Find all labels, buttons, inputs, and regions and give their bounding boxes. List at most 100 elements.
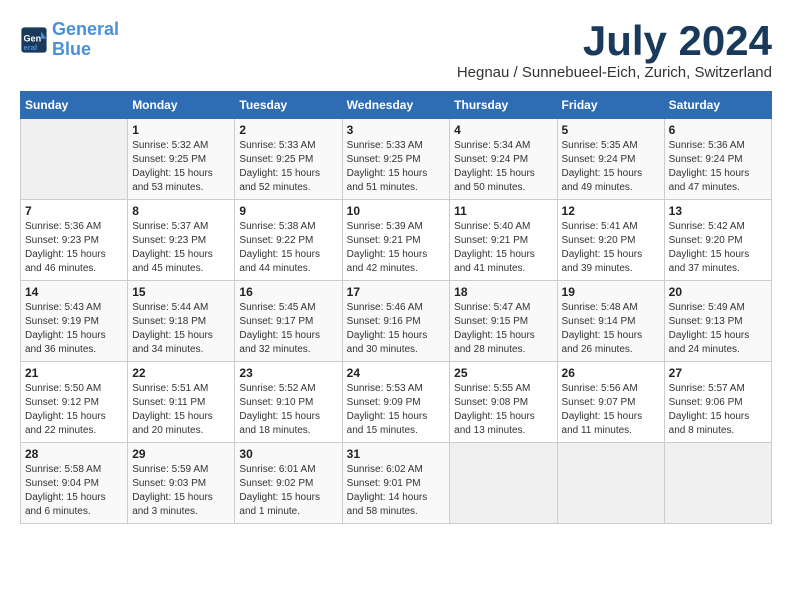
day-info: Sunrise: 5:49 AM Sunset: 9:13 PM Dayligh… xyxy=(669,301,767,357)
logo-icon: Gen eral xyxy=(20,26,48,54)
day-number: 9 xyxy=(239,204,337,218)
day-info: Sunrise: 5:40 AM Sunset: 9:21 PM Dayligh… xyxy=(454,220,552,276)
month-title: July 2024 xyxy=(457,20,772,62)
calendar-cell: 3Sunrise: 5:33 AM Sunset: 9:25 PM Daylig… xyxy=(342,119,450,200)
calendar-cell: 9 Sunrise: 5:38 AM Sunset: 9:22 PM Daylig… xyxy=(235,200,342,281)
day-info: Sunrise: 5:34 AM Sunset: 9:24 PM Dayligh… xyxy=(454,139,552,195)
calendar-cell: 21 Sunrise: 5:50 AM Sunset: 9:12 PM Dayli… xyxy=(21,362,128,443)
title-area: July 2024 Hegnau / Sunnebueel-Eich, Zuri… xyxy=(457,20,772,81)
day-number: 13 xyxy=(669,204,767,218)
day-number: 10 xyxy=(347,204,446,218)
calendar-cell: 18 Sunrise: 5:47 AM Sunset: 9:15 PM Dayli… xyxy=(450,281,557,362)
day-number: 28 xyxy=(25,447,123,461)
location-subtitle: Hegnau / Sunnebueel-Eich, Zurich, Switze… xyxy=(457,64,772,81)
calendar-cell: 10 Sunrise: 5:39 AM Sunset: 9:21 PM Dayli… xyxy=(342,200,450,281)
day-info: Sunrise: 5:53 AM Sunset: 9:09 PM Dayligh… xyxy=(347,382,446,438)
day-info: Sunrise: 5:35 AM Sunset: 9:24 PM Dayligh… xyxy=(562,139,660,195)
week-row-4: 21 Sunrise: 5:50 AM Sunset: 9:12 PM Dayli… xyxy=(21,362,772,443)
day-info: Sunrise: 5:58 AM Sunset: 9:04 PM Dayligh… xyxy=(25,463,123,519)
day-info: Sunrise: 6:02 AM Sunset: 9:01 PM Dayligh… xyxy=(347,463,446,519)
calendar-body: 1Sunrise: 5:32 AM Sunset: 9:25 PM Daylig… xyxy=(21,119,772,524)
day-info: Sunrise: 5:39 AM Sunset: 9:21 PM Dayligh… xyxy=(347,220,446,276)
calendar-cell: 2 Sunrise: 5:33 AM Sunset: 9:25 PM Daylig… xyxy=(235,119,342,200)
day-number: 12 xyxy=(562,204,660,218)
day-info: Sunrise: 5:43 AM Sunset: 9:19 PM Dayligh… xyxy=(25,301,123,357)
calendar-cell xyxy=(450,443,557,524)
day-info: Sunrise: 5:50 AM Sunset: 9:12 PM Dayligh… xyxy=(25,382,123,438)
calendar-cell: 19 Sunrise: 5:48 AM Sunset: 9:14 PM Dayli… xyxy=(557,281,664,362)
day-info: Sunrise: 5:33 AM Sunset: 9:25 PM Dayligh… xyxy=(239,139,337,195)
day-info: Sunrise: 5:46 AM Sunset: 9:16 PM Dayligh… xyxy=(347,301,446,357)
week-row-5: 28 Sunrise: 5:58 AM Sunset: 9:04 PM Dayli… xyxy=(21,443,772,524)
svg-text:eral: eral xyxy=(24,43,38,52)
weekday-header-tuesday: Tuesday xyxy=(235,92,342,119)
logo: Gen eral General Blue xyxy=(20,20,119,60)
calendar-cell: 30 Sunrise: 6:01 AM Sunset: 9:02 PM Dayli… xyxy=(235,443,342,524)
day-number: 22 xyxy=(132,366,230,380)
day-info: Sunrise: 5:36 AM Sunset: 9:24 PM Dayligh… xyxy=(669,139,767,195)
day-info: Sunrise: 5:37 AM Sunset: 9:23 PM Dayligh… xyxy=(132,220,230,276)
day-number: 17 xyxy=(347,285,446,299)
calendar-cell: 1Sunrise: 5:32 AM Sunset: 9:25 PM Daylig… xyxy=(128,119,235,200)
calendar-cell: 14 Sunrise: 5:43 AM Sunset: 9:19 PM Dayli… xyxy=(21,281,128,362)
weekday-header-friday: Friday xyxy=(557,92,664,119)
calendar-cell: 27Sunrise: 5:57 AM Sunset: 9:06 PM Dayli… xyxy=(664,362,771,443)
day-number: 30 xyxy=(239,447,337,461)
day-number: 4 xyxy=(454,123,552,137)
day-info: Sunrise: 5:52 AM Sunset: 9:10 PM Dayligh… xyxy=(239,382,337,438)
calendar-cell: 26Sunrise: 5:56 AM Sunset: 9:07 PM Dayli… xyxy=(557,362,664,443)
calendar-cell: 28 Sunrise: 5:58 AM Sunset: 9:04 PM Dayli… xyxy=(21,443,128,524)
day-info: Sunrise: 5:45 AM Sunset: 9:17 PM Dayligh… xyxy=(239,301,337,357)
week-row-1: 1Sunrise: 5:32 AM Sunset: 9:25 PM Daylig… xyxy=(21,119,772,200)
calendar-cell: 25Sunrise: 5:55 AM Sunset: 9:08 PM Dayli… xyxy=(450,362,557,443)
calendar-cell: 15 Sunrise: 5:44 AM Sunset: 9:18 PM Dayli… xyxy=(128,281,235,362)
day-info: Sunrise: 5:44 AM Sunset: 9:18 PM Dayligh… xyxy=(132,301,230,357)
day-number: 6 xyxy=(669,123,767,137)
day-number: 19 xyxy=(562,285,660,299)
calendar-cell: 17 Sunrise: 5:46 AM Sunset: 9:16 PM Dayli… xyxy=(342,281,450,362)
logo-line1: General xyxy=(52,19,119,39)
day-number: 8 xyxy=(132,204,230,218)
calendar-cell: 11 Sunrise: 5:40 AM Sunset: 9:21 PM Dayli… xyxy=(450,200,557,281)
weekday-header-saturday: Saturday xyxy=(664,92,771,119)
day-number: 2 xyxy=(239,123,337,137)
day-number: 21 xyxy=(25,366,123,380)
day-number: 31 xyxy=(347,447,446,461)
day-number: 27 xyxy=(669,366,767,380)
calendar-cell xyxy=(557,443,664,524)
day-info: Sunrise: 5:47 AM Sunset: 9:15 PM Dayligh… xyxy=(454,301,552,357)
page-header: Gen eral General Blue July 2024 Hegnau /… xyxy=(20,20,772,81)
calendar-cell: 22Sunrise: 5:51 AM Sunset: 9:11 PM Dayli… xyxy=(128,362,235,443)
day-info: Sunrise: 5:42 AM Sunset: 9:20 PM Dayligh… xyxy=(669,220,767,276)
day-number: 29 xyxy=(132,447,230,461)
logo-text: General Blue xyxy=(52,20,119,60)
calendar-cell: 5 Sunrise: 5:35 AM Sunset: 9:24 PM Daylig… xyxy=(557,119,664,200)
day-number: 11 xyxy=(454,204,552,218)
calendar-cell xyxy=(664,443,771,524)
day-number: 20 xyxy=(669,285,767,299)
weekday-header-wednesday: Wednesday xyxy=(342,92,450,119)
calendar-header: SundayMondayTuesdayWednesdayThursdayFrid… xyxy=(21,92,772,119)
calendar-cell: 7Sunrise: 5:36 AM Sunset: 9:23 PM Daylig… xyxy=(21,200,128,281)
day-number: 5 xyxy=(562,123,660,137)
calendar-cell: 23 Sunrise: 5:52 AM Sunset: 9:10 PM Dayli… xyxy=(235,362,342,443)
logo-line2: Blue xyxy=(52,39,91,59)
calendar-cell: 8 Sunrise: 5:37 AM Sunset: 9:23 PM Daylig… xyxy=(128,200,235,281)
day-number: 23 xyxy=(239,366,337,380)
day-number: 3 xyxy=(347,123,446,137)
weekday-header-thursday: Thursday xyxy=(450,92,557,119)
day-info: Sunrise: 6:01 AM Sunset: 9:02 PM Dayligh… xyxy=(239,463,337,519)
day-info: Sunrise: 5:36 AM Sunset: 9:23 PM Dayligh… xyxy=(25,220,123,276)
week-row-3: 14 Sunrise: 5:43 AM Sunset: 9:19 PM Dayli… xyxy=(21,281,772,362)
day-info: Sunrise: 5:38 AM Sunset: 9:22 PM Dayligh… xyxy=(239,220,337,276)
day-info: Sunrise: 5:55 AM Sunset: 9:08 PM Dayligh… xyxy=(454,382,552,438)
day-number: 18 xyxy=(454,285,552,299)
day-number: 14 xyxy=(25,285,123,299)
week-row-2: 7Sunrise: 5:36 AM Sunset: 9:23 PM Daylig… xyxy=(21,200,772,281)
calendar-cell xyxy=(21,119,128,200)
calendar-cell: 13 Sunrise: 5:42 AM Sunset: 9:20 PM Dayli… xyxy=(664,200,771,281)
day-number: 15 xyxy=(132,285,230,299)
calendar-cell: 29Sunrise: 5:59 AM Sunset: 9:03 PM Dayli… xyxy=(128,443,235,524)
calendar-cell: 20 Sunrise: 5:49 AM Sunset: 9:13 PM Dayli… xyxy=(664,281,771,362)
day-info: Sunrise: 5:48 AM Sunset: 9:14 PM Dayligh… xyxy=(562,301,660,357)
